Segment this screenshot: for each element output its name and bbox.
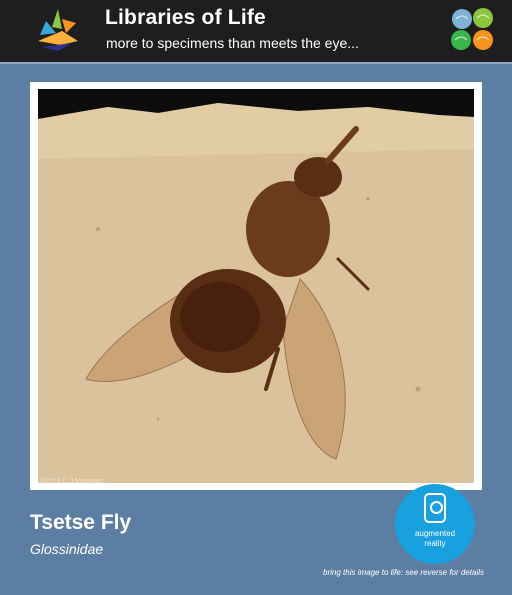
- app-title: Libraries of Life: [105, 6, 266, 29]
- app-subtitle: more to specimens than meets the eye...: [106, 35, 359, 51]
- ar-badge-line1: augmented: [414, 529, 456, 538]
- phone-icon: [424, 493, 446, 523]
- specimen-family: Glossinidae: [30, 541, 104, 557]
- specimen-name: Tsetse Fly: [30, 511, 132, 534]
- header-bar: Libraries of Life more to specimens than…: [0, 0, 512, 62]
- leaf-bird-logo-icon: [38, 9, 78, 51]
- augmented-reality-badge[interactable]: augmented reality: [395, 484, 475, 564]
- four-petal-logo-icon: [451, 8, 493, 50]
- card-divider: [0, 62, 512, 64]
- tsetse-fly-fossil-image: [38, 89, 474, 483]
- ar-badge-text: augmented reality: [395, 529, 475, 549]
- photo-copyright: ©2016 C.J.Mowman: [40, 478, 104, 485]
- footer-note: bring this image to life: see reverse fo…: [323, 568, 484, 577]
- specimen-photo-frame: [30, 82, 482, 490]
- ar-badge-line2: reality: [424, 539, 446, 548]
